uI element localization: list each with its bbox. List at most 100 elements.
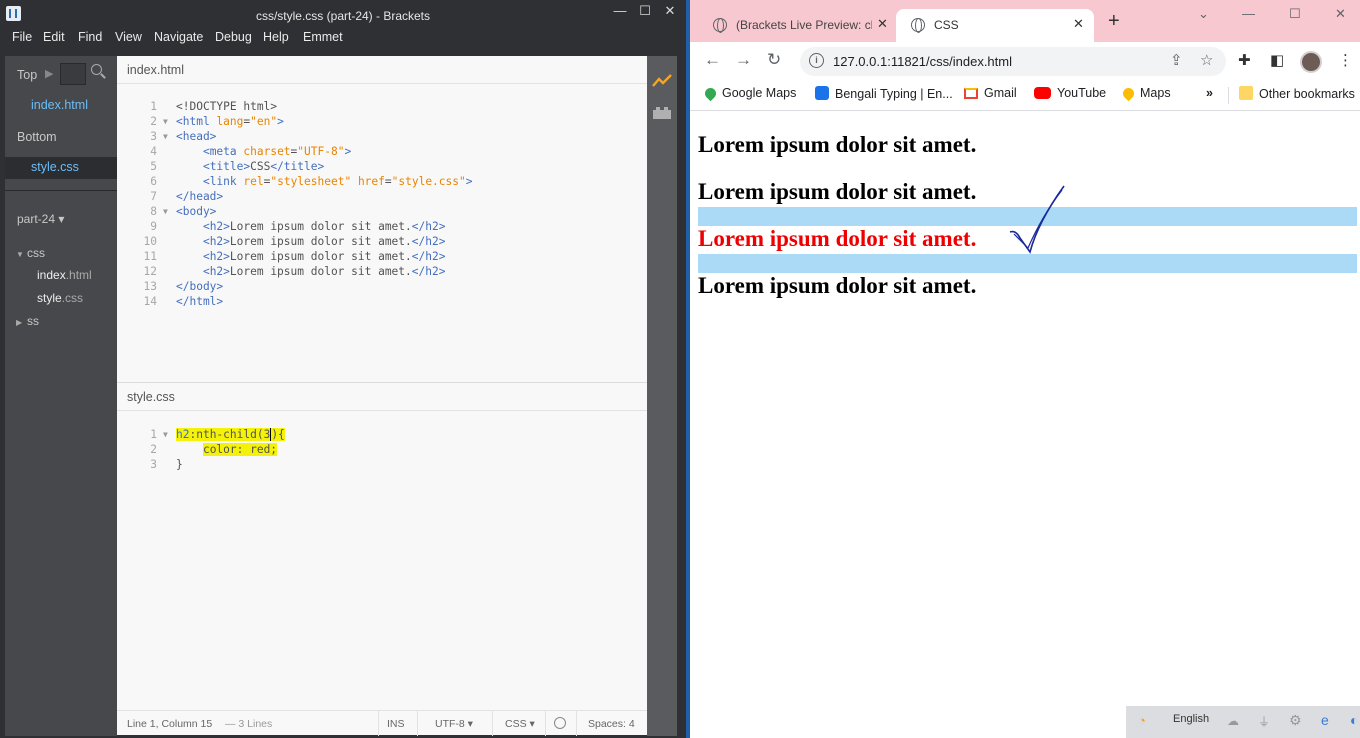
editor-style-css[interactable]: style.css 1 ▼ h2:nth-child(3){ 2 color: re… <box>117 383 647 710</box>
working-file-style[interactable]: style.css <box>31 160 79 174</box>
bookmark-gmail[interactable]: Gmail <box>964 86 1017 100</box>
tree-file-index[interactable]: index.html <box>37 268 92 282</box>
main-toolbar <box>647 56 677 736</box>
line-number: 9 <box>150 220 157 233</box>
bookmark-star-icon[interactable]: ☆ <box>1200 51 1213 69</box>
line-number: 4 <box>150 145 157 158</box>
reload-icon[interactable]: ↻ <box>767 50 781 70</box>
bookmark-other[interactable]: Other bookmarks <box>1239 86 1355 101</box>
project-dropdown[interactable]: part-24 ▾ <box>17 212 64 226</box>
tab-title: (Brackets Live Preview: cl <box>736 18 872 32</box>
live-preview-icon[interactable] <box>652 74 672 88</box>
language-dropdown[interactable]: CSS ▾ <box>505 718 535 730</box>
extensions-icon[interactable]: ✚ <box>1238 51 1251 69</box>
menu-file[interactable]: File <box>12 30 32 44</box>
address-bar[interactable]: i 127.0.0.1:11821/css/index.html ⇪ ☆ <box>800 47 1226 76</box>
tree-file-style-name: style <box>37 291 62 305</box>
language-indicator[interactable]: English <box>1173 713 1209 725</box>
site-info-icon[interactable]: i <box>809 53 824 68</box>
usb-icon[interactable]: ⏚ <box>1258 713 1270 730</box>
tab-close-icon[interactable]: ✕ <box>877 16 888 32</box>
linter-status-icon[interactable] <box>554 717 566 729</box>
close-icon[interactable]: ✕ <box>1335 6 1346 22</box>
fold-icon[interactable]: ▼ <box>163 204 168 219</box>
heading: Lorem ipsum dolor sit amet. <box>698 132 977 157</box>
menu-help[interactable]: Help <box>263 30 289 44</box>
folder-collapsed-icon[interactable]: ▶ <box>16 318 22 327</box>
tab-search-icon[interactable]: ⌄ <box>1198 6 1209 22</box>
minimize-icon[interactable]: — <box>609 2 631 20</box>
close-icon[interactable]: ✕ <box>659 2 681 20</box>
bookmark-bengali-typing[interactable]: Bengali Typing | En... <box>815 86 953 101</box>
code-area-index[interactable]: 1 <!DOCTYPE html> 2 ▼ <html lang="en"> 3 ▼ <h… <box>117 99 647 309</box>
bookmark-google-maps[interactable]: Google Maps <box>702 85 796 102</box>
code-text: <h2>Lorem ipsum dolor sit amet.</h2> <box>202 265 446 278</box>
folder-ss[interactable]: ss <box>27 314 39 328</box>
page-content: Lorem ipsum dolor sit amet. Lorem ipsum … <box>690 112 1360 738</box>
tab-css[interactable]: CSS ✕ <box>896 9 1094 42</box>
menu-debug[interactable]: Debug <box>215 30 252 44</box>
search-icon-handle <box>100 73 106 79</box>
code-text: <h2>Lorem ipsum dolor sit amet.</h2> <box>202 220 446 233</box>
editor-index-html[interactable]: index.html 1 <!DOCTYPE html> 2 ▼ <html lang… <box>117 56 647 382</box>
bookmark-label: Maps <box>1140 86 1171 100</box>
line-number: 7 <box>150 190 157 203</box>
status-bar: Line 1, Column 15 — 3 Lines INS UTF-8 ▾ … <box>117 710 647 736</box>
maps-pin-icon <box>702 85 719 102</box>
insert-mode-toggle[interactable]: INS <box>387 718 405 730</box>
indent-spaces[interactable]: Spaces: 4 <box>588 718 635 730</box>
menu-navigate[interactable]: Navigate <box>154 30 203 44</box>
code-line: 7 </head> <box>117 189 647 204</box>
working-file-index[interactable]: index.html <box>31 98 88 112</box>
tray-app-icon[interactable]: ◔ <box>1138 713 1146 728</box>
code-line: 3 ▼ <head> <box>117 129 647 144</box>
line-number: 8 <box>150 205 157 218</box>
code-text: </body> <box>176 280 224 293</box>
menu-find[interactable]: Find <box>78 30 102 44</box>
tray-overflow-icon[interactable]: ◐ <box>1350 712 1358 728</box>
editor-header-index: index.html <box>117 56 647 84</box>
tree-file-style[interactable]: style.css <box>37 291 83 305</box>
status-separator <box>492 711 493 736</box>
tab-close-icon[interactable]: ✕ <box>1073 16 1084 32</box>
code-area-style[interactable]: 1 ▼ h2:nth-child(3){ 2 color: red; 3} <box>117 427 647 472</box>
bookmark-youtube[interactable]: YouTube <box>1034 86 1106 100</box>
tab-live-preview[interactable]: (Brackets Live Preview: cl ✕ <box>698 9 894 42</box>
minimize-icon[interactable]: — <box>1242 6 1255 21</box>
tab-title: CSS <box>934 18 959 32</box>
code-text: <!DOCTYPE html> <box>176 100 278 113</box>
url-text[interactable]: 127.0.0.1:11821/css/index.html <box>833 54 1012 69</box>
line-number: 1 <box>150 428 157 441</box>
menu-emmet[interactable]: Emmet <box>303 30 343 44</box>
line-number: 2 <box>150 443 157 456</box>
profile-avatar[interactable] <box>1300 51 1322 73</box>
back-icon[interactable]: ← <box>704 50 721 70</box>
bookmarks-overflow-icon[interactable]: » <box>1206 86 1213 100</box>
menu-icon[interactable]: ⋮ <box>1338 51 1353 69</box>
bookmark-maps[interactable]: Maps <box>1120 85 1171 102</box>
share-icon[interactable]: ⇪ <box>1170 51 1183 69</box>
encoding-dropdown[interactable]: UTF-8 ▾ <box>435 718 473 730</box>
folder-css[interactable]: css <box>27 246 45 260</box>
maximize-icon[interactable]: ☐ <box>1289 6 1301 22</box>
working-files-bottom-label: Bottom <box>17 130 57 144</box>
line-number: 11 <box>143 250 157 263</box>
settings-icon[interactable]: ⚙ <box>1289 712 1302 729</box>
menu-edit[interactable]: Edit <box>43 30 65 44</box>
fold-icon[interactable]: ▼ <box>163 427 168 442</box>
maximize-icon[interactable]: ☐ <box>634 2 656 20</box>
edge-icon[interactable]: e <box>1321 712 1329 728</box>
fold-icon[interactable]: ▼ <box>163 129 168 144</box>
side-panel-icon[interactable]: ◧ <box>1270 51 1284 69</box>
folder-expanded-icon[interactable]: ▼ <box>16 250 24 259</box>
split-toggle-icon[interactable]: ▶ <box>45 67 53 80</box>
menu-view[interactable]: View <box>115 30 142 44</box>
cloud-icon[interactable]: ☁ <box>1227 714 1239 728</box>
forward-icon[interactable]: → <box>735 50 752 70</box>
extension-manager-icon[interactable] <box>652 106 672 120</box>
sidebar: Top ▶ index.html Bottom style.css part-2… <box>5 56 117 736</box>
fold-icon[interactable]: ▼ <box>163 114 168 129</box>
split-view-button[interactable] <box>60 63 86 85</box>
new-tab-icon[interactable]: + <box>1108 10 1120 33</box>
code-line: 3} <box>117 457 647 472</box>
